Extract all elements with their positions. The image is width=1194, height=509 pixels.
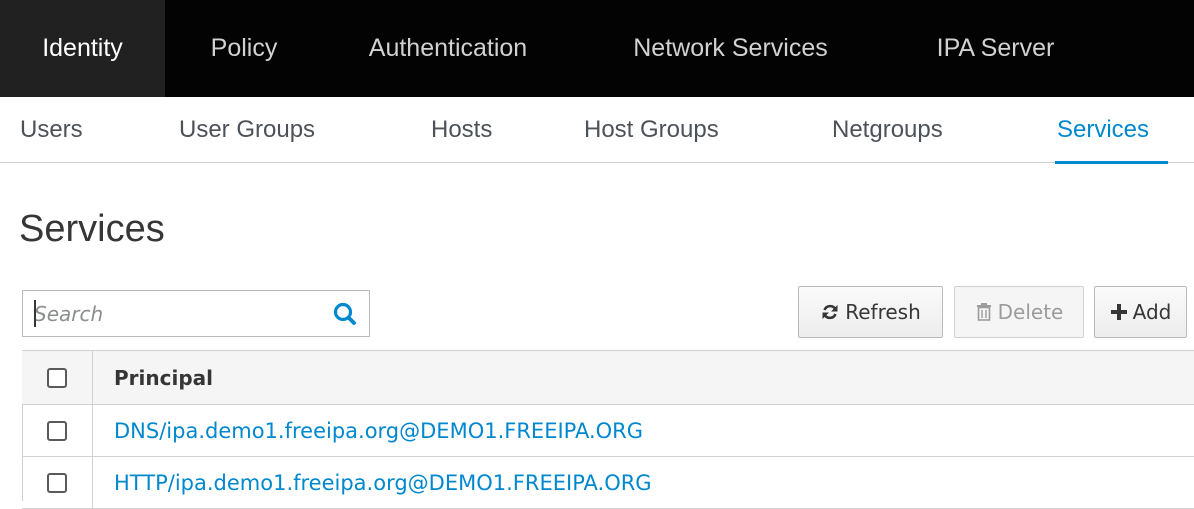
row-checkbox[interactable] [47, 472, 67, 493]
add-button[interactable]: Add [1094, 286, 1187, 338]
row-checkbox-cell [22, 457, 93, 508]
principal-cell: DNS/ipa.demo1.freeipa.org@DEMO1.FREEIPA.… [93, 405, 1194, 456]
subnav-item-users[interactable]: Users [20, 97, 83, 163]
table-row: HTTP/ipa.demo1.freeipa.org@DEMO1.FREEIPA… [22, 457, 1194, 509]
plus-icon [1110, 303, 1128, 321]
subnav-item-netgroups[interactable]: Netgroups [832, 97, 943, 163]
search-input[interactable] [23, 291, 323, 336]
principal-cell: HTTP/ipa.demo1.freeipa.org@DEMO1.FREEIPA… [93, 457, 1194, 508]
row-checkbox-cell [22, 405, 93, 456]
subnav-item-services[interactable]: Services [1057, 97, 1149, 163]
refresh-label: Refresh [845, 300, 921, 324]
trash-icon [975, 302, 993, 322]
topnav-item-policy[interactable]: Policy [165, 0, 323, 97]
refresh-button[interactable]: Refresh [798, 286, 943, 338]
column-header-principal[interactable]: Principal [93, 351, 1194, 404]
subnav-item-user-groups[interactable]: User Groups [179, 97, 315, 163]
row-checkbox[interactable] [47, 420, 67, 441]
sub-navigation: Users User Groups Hosts Host Groups Netg… [0, 97, 1194, 163]
subnav-item-hosts[interactable]: Hosts [431, 97, 492, 163]
search-icon[interactable] [331, 300, 359, 328]
header-checkbox-cell [22, 351, 93, 404]
topnav-item-ipa-server[interactable]: IPA Server [888, 0, 1103, 97]
table-row: DNS/ipa.demo1.freeipa.org@DEMO1.FREEIPA.… [22, 405, 1194, 457]
delete-label: Delete [997, 300, 1064, 324]
topnav-item-authentication[interactable]: Authentication [323, 0, 573, 97]
text-cursor [34, 300, 36, 327]
add-label: Add [1132, 300, 1172, 324]
search-box [22, 290, 370, 337]
principal-link[interactable]: DNS/ipa.demo1.freeipa.org@DEMO1.FREEIPA.… [114, 419, 643, 443]
principal-link[interactable]: HTTP/ipa.demo1.freeipa.org@DEMO1.FREEIPA… [114, 471, 652, 495]
refresh-icon [820, 302, 840, 322]
topnav-item-identity[interactable]: Identity [0, 0, 165, 97]
active-tab-indicator [1055, 161, 1168, 164]
topnav-item-network-services[interactable]: Network Services [573, 0, 888, 97]
subnav-item-host-groups[interactable]: Host Groups [584, 97, 719, 163]
services-table: Principal DNS/ipa.demo1.freeipa.org@DEMO… [22, 350, 1194, 509]
table-header-row: Principal [22, 350, 1194, 405]
delete-button[interactable]: Delete [954, 286, 1084, 338]
select-all-checkbox[interactable] [47, 367, 67, 388]
page-title: Services [19, 208, 165, 250]
top-navigation: Identity Policy Authentication Network S… [0, 0, 1194, 97]
